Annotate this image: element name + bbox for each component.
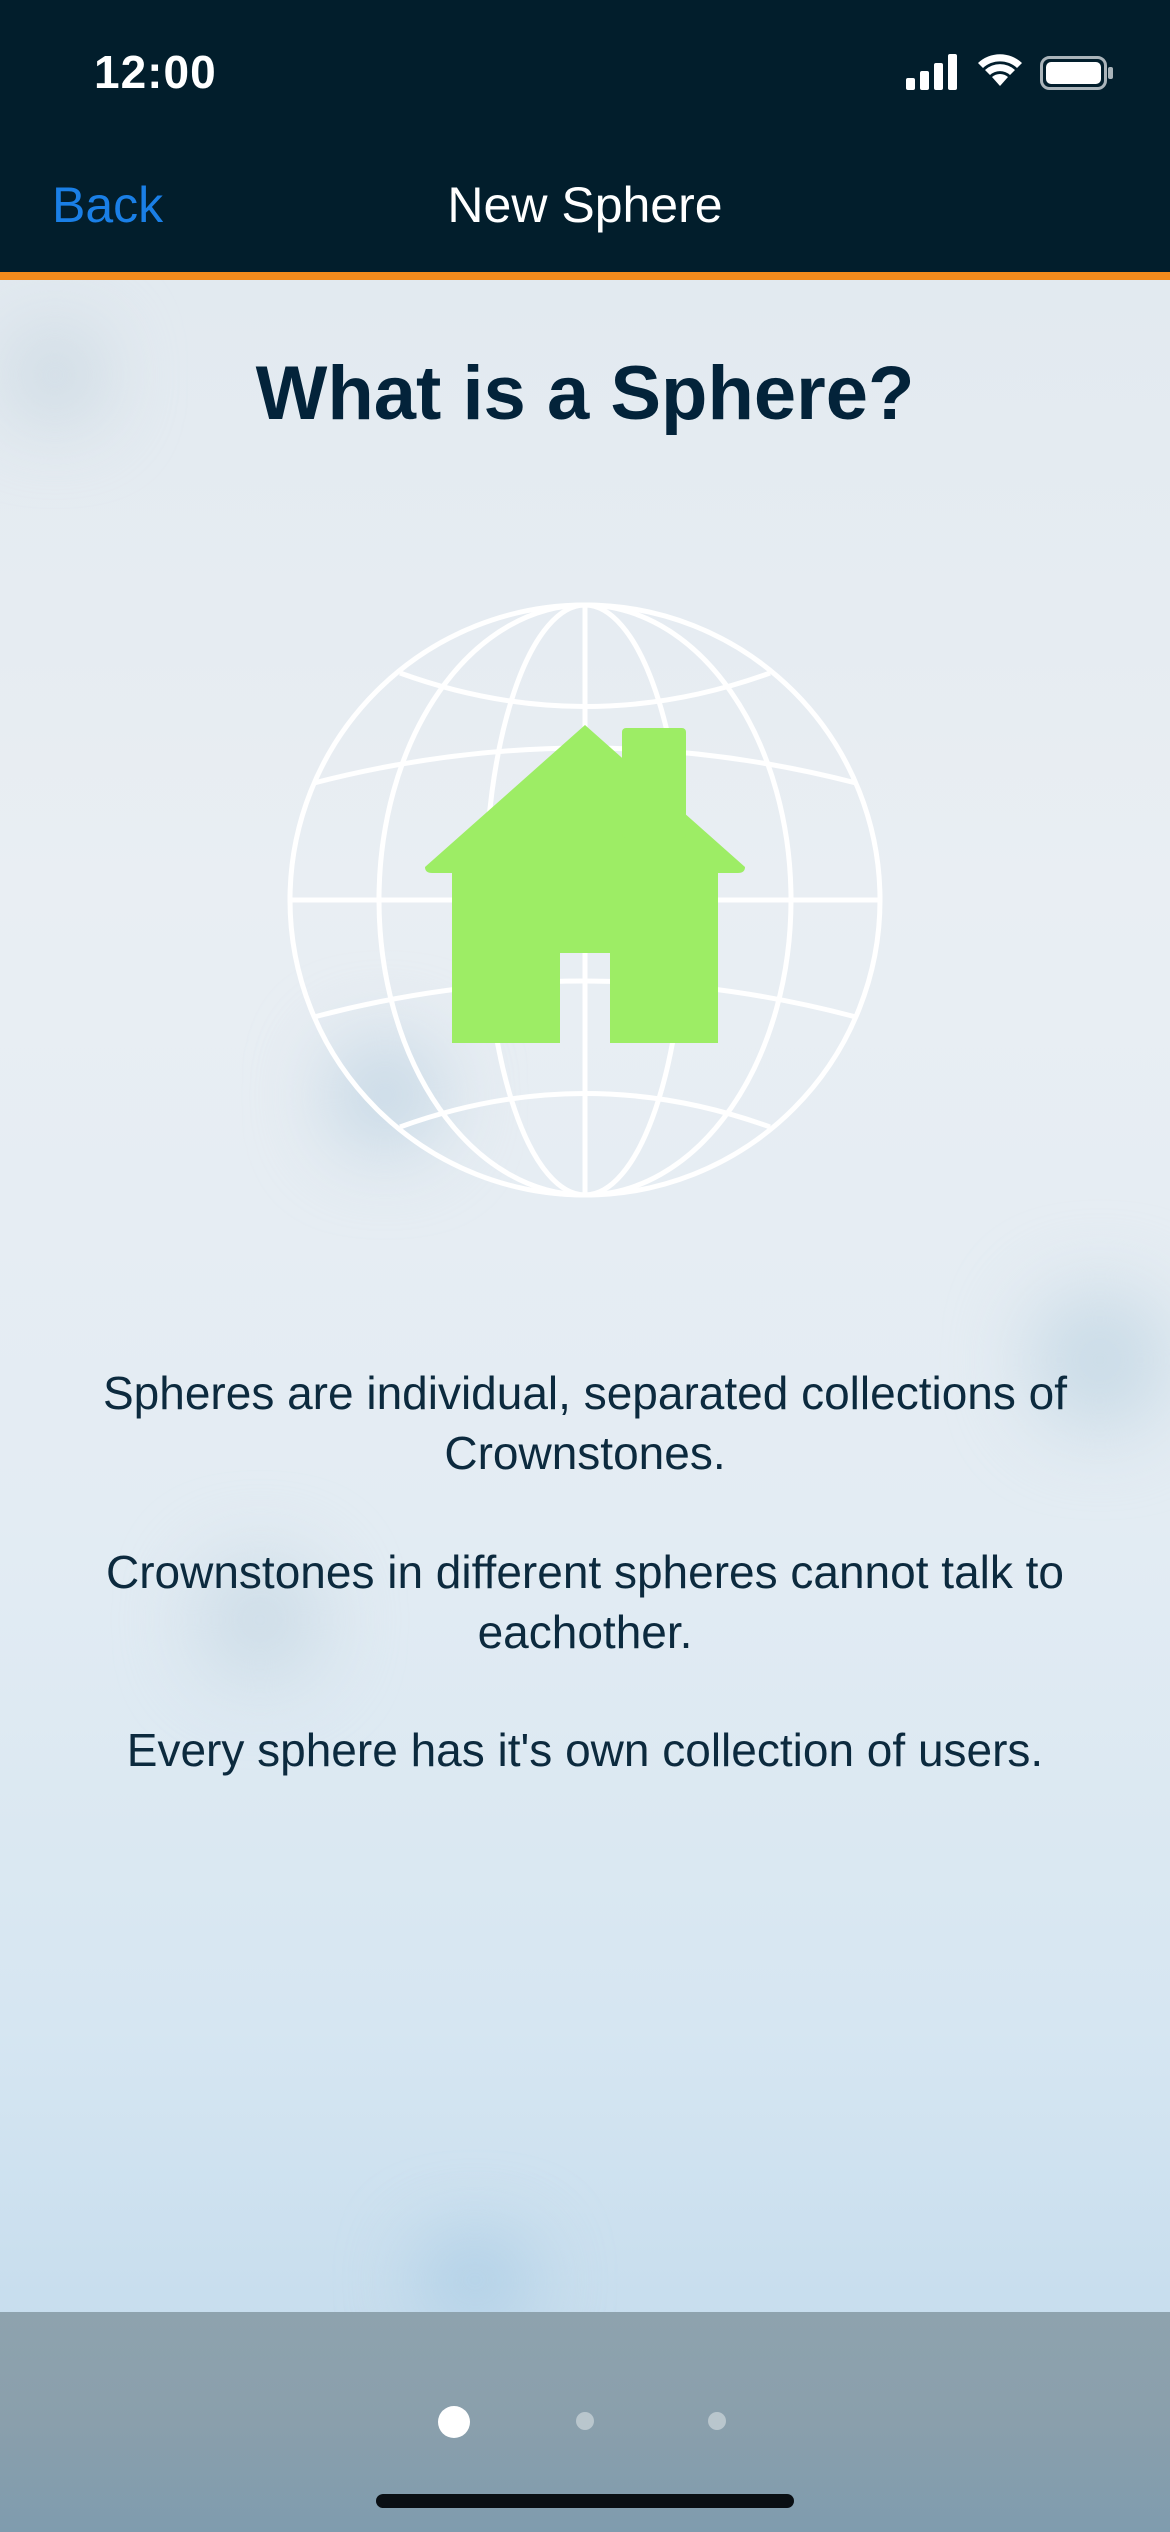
- status-time: 12:00: [94, 46, 217, 98]
- page-indicator-dot[interactable]: [576, 2412, 594, 2430]
- wifi-icon: [978, 54, 1022, 86]
- status-bar: 12:00: [0, 0, 1170, 140]
- page-indicator-dot[interactable]: [708, 2412, 726, 2430]
- signal-icon: [906, 54, 957, 90]
- screen: 12:00 Back New Sphere What is a Sphere?: [0, 0, 1170, 2532]
- background-blob: [420, 2240, 530, 2320]
- navigation-title: New Sphere: [447, 177, 723, 233]
- description-paragraph: Crownstones in different spheres cannot …: [105, 1546, 1065, 1658]
- battery-icon: [1040, 56, 1113, 90]
- description-paragraph: Spheres are individual, separated collec…: [102, 1367, 1068, 1479]
- home-indicator[interactable]: [376, 2494, 794, 2508]
- navigation-accent-line: [0, 272, 1170, 280]
- page-title: What is a Sphere?: [255, 351, 915, 436]
- description-paragraph: Every sphere has it's own collection of …: [126, 1724, 1044, 1776]
- sphere-illustration: [287, 602, 883, 1198]
- page-indicator-dot-active[interactable]: [438, 2406, 470, 2438]
